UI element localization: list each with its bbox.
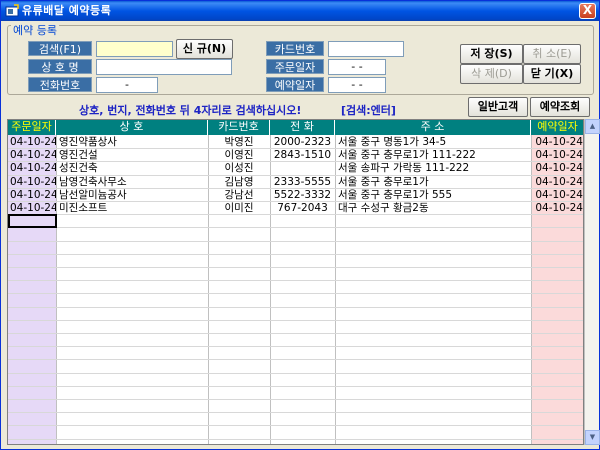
col-divider xyxy=(335,135,336,444)
cell-address[interactable]: 서울 중구 충무로1가 555 xyxy=(338,189,530,201)
close-button[interactable]: 닫 기(X) xyxy=(523,64,581,84)
cell-address[interactable]: 서울 송파구 가락동 111-222 xyxy=(338,162,530,174)
card-label: 카드번호 xyxy=(266,41,324,56)
cell-phone[interactable]: 2843-1510 xyxy=(270,149,335,161)
save-button[interactable]: 저 장(S) xyxy=(460,44,523,64)
reservation-lookup-button[interactable]: 예약조회 xyxy=(530,97,590,117)
row-divider xyxy=(8,438,583,440)
cancel-button[interactable]: 취 소(E) xyxy=(523,44,581,64)
search-hint: 상호, 번지, 전화번호 뒤 4자리로 검색하십시오! xyxy=(79,104,302,117)
header-address[interactable]: 주 소 xyxy=(335,120,531,135)
cell-card-number[interactable]: 이영진 xyxy=(208,149,270,161)
cell-phone[interactable]: 2000-2323 xyxy=(270,136,335,148)
order-date-label: 주문일자 xyxy=(266,59,324,74)
name-input[interactable] xyxy=(96,59,232,75)
general-customer-button[interactable]: 일반고객 xyxy=(468,97,528,117)
groupbox-title: 예약 등록 xyxy=(11,22,59,38)
cell-address[interactable]: 서울 중구 충무로1가 111-222 xyxy=(338,149,530,161)
close-window-button[interactable]: X xyxy=(579,3,596,19)
cell-phone[interactable]: 767-2043 xyxy=(270,202,335,214)
cell-order-date[interactable]: 04-10-24 xyxy=(10,189,56,201)
cell-company-name[interactable]: 성진건축 xyxy=(59,162,207,174)
cell-card-number[interactable]: 김남영 xyxy=(208,176,270,188)
cell-company-name[interactable]: 영진건설 xyxy=(59,149,207,161)
row-divider xyxy=(8,306,583,308)
cell-address[interactable]: 서울 중구 충무로1가 xyxy=(338,176,530,188)
name-label: 상 호 명 xyxy=(28,59,92,74)
row-divider xyxy=(8,267,583,268)
reservation-grid[interactable]: 주문일자 상 호 카드번호 전 화 주 소 예약일자 04-10-24 영진약품상… xyxy=(7,119,584,445)
cell-address[interactable]: 서울 중구 명동1가 34-5 xyxy=(338,136,530,148)
app-icon xyxy=(5,4,19,17)
cell-reserve-date[interactable]: 04-10-24 xyxy=(531,202,583,214)
row-divider xyxy=(8,372,583,374)
row-divider xyxy=(8,399,583,400)
row-divider xyxy=(8,359,583,361)
cell-company-name[interactable]: 남영건축사무소 xyxy=(59,176,207,188)
cell-company-name[interactable]: 남선알미늄공사 xyxy=(59,189,207,201)
row-divider xyxy=(8,346,583,348)
cell-reserve-date[interactable]: 04-10-24 xyxy=(531,149,583,161)
cell-phone[interactable] xyxy=(270,162,335,174)
row-divider xyxy=(8,319,583,321)
row-divider xyxy=(8,227,583,229)
row-divider xyxy=(8,293,583,295)
search-input[interactable] xyxy=(96,41,173,57)
card-input[interactable] xyxy=(328,41,404,57)
new-button[interactable]: 신 규(N) xyxy=(176,39,233,59)
search-enter-hint: [검색:엔터] xyxy=(341,104,396,117)
row-divider xyxy=(8,425,583,427)
row-divider xyxy=(8,280,583,282)
header-card-number[interactable]: 카드번호 xyxy=(208,120,270,135)
phone-input[interactable]: - xyxy=(96,77,158,93)
header-order-date[interactable]: 주문일자 xyxy=(8,120,56,135)
cell-reserve-date[interactable]: 04-10-24 xyxy=(531,189,583,201)
order-date-input[interactable]: - - xyxy=(328,59,386,75)
cell-company-name[interactable]: 미진소프트 xyxy=(59,202,207,214)
cell-card-number[interactable]: 강남선 xyxy=(208,189,270,201)
phone-label: 전화번호 xyxy=(28,77,92,92)
reservation-window: 유류배달 예약등록 X 예약 등록 검색(F1) 신 규(N) 상 호 명 전화… xyxy=(0,0,600,450)
cell-card-number[interactable]: 이미진 xyxy=(208,202,270,214)
row-divider xyxy=(8,412,583,414)
header-phone[interactable]: 전 화 xyxy=(270,120,335,135)
cell-order-date[interactable]: 04-10-24 xyxy=(10,176,56,188)
row-divider xyxy=(8,333,583,334)
row-divider xyxy=(8,253,583,255)
row-divider xyxy=(8,214,583,216)
delete-button[interactable]: 삭 제(D) xyxy=(460,64,523,84)
reserve-date-label: 예약일자 xyxy=(266,77,324,92)
vertical-scrollbar[interactable]: ▲ ▼ xyxy=(584,119,600,445)
selected-cell[interactable] xyxy=(8,214,57,228)
row-divider xyxy=(8,385,583,387)
cell-card-number[interactable]: 박영진 xyxy=(208,136,270,148)
cell-order-date[interactable]: 04-10-24 xyxy=(10,149,56,161)
cell-company-name[interactable]: 영진약품상사 xyxy=(59,136,207,148)
cell-address[interactable]: 대구 수성구 황금2동 xyxy=(338,202,530,214)
cell-order-date[interactable]: 04-10-24 xyxy=(10,162,56,174)
cell-order-date[interactable]: 04-10-24 xyxy=(10,136,56,148)
reserve-date-input[interactable]: - - xyxy=(328,77,386,93)
scroll-down-arrow-icon[interactable]: ▼ xyxy=(585,430,600,445)
cell-order-date[interactable]: 04-10-24 xyxy=(10,202,56,214)
cell-reserve-date[interactable]: 04-10-24 xyxy=(531,162,583,174)
header-reserve-date[interactable]: 예약일자 xyxy=(531,120,583,135)
scroll-up-arrow-icon[interactable]: ▲ xyxy=(585,119,600,134)
header-company-name[interactable]: 상 호 xyxy=(56,120,208,135)
title-bar[interactable]: 유류배달 예약등록 X xyxy=(1,1,599,21)
cell-reserve-date[interactable]: 04-10-24 xyxy=(531,136,583,148)
search-label: 검색(F1) xyxy=(28,41,92,56)
window-title: 유류배달 예약등록 xyxy=(22,4,112,17)
row-divider xyxy=(8,240,583,242)
cell-card-number[interactable]: 이성진 xyxy=(208,162,270,174)
col-divider xyxy=(56,135,57,444)
cell-reserve-date[interactable]: 04-10-24 xyxy=(531,176,583,188)
cell-phone[interactable]: 2333-5555 xyxy=(270,176,335,188)
cell-phone[interactable]: 5522-3332 xyxy=(270,189,335,201)
